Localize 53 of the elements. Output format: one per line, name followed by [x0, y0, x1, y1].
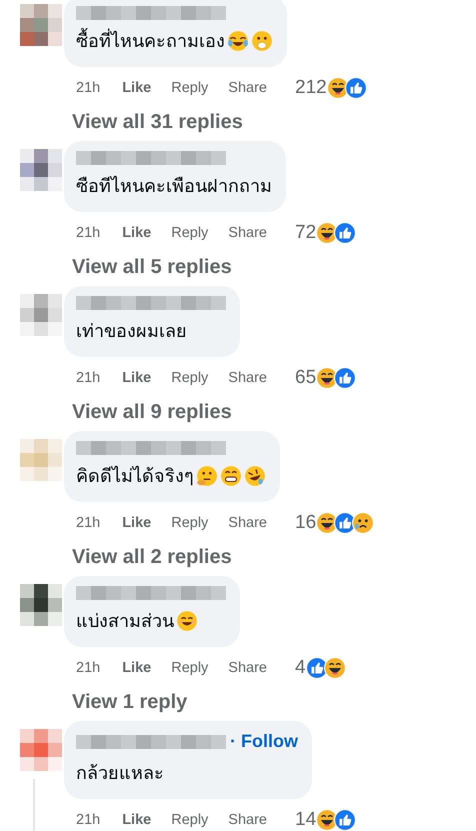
smiling-face-icon	[176, 610, 198, 632]
view-replies-link[interactable]: View 1 reply	[72, 691, 188, 714]
reaction-count: 14	[295, 809, 316, 831]
tears-of-joy-face-icon	[227, 30, 249, 52]
timestamp: 21h	[76, 660, 100, 676]
timestamp: 21h	[76, 225, 100, 241]
reply-button[interactable]: Reply	[171, 812, 208, 828]
comment-text: ซื้อที่ไหนคะถามเอง	[76, 26, 225, 55]
follow-link[interactable]: · Follow	[230, 731, 298, 752]
laughing-face-icon	[324, 657, 346, 679]
timestamp: 21h	[76, 812, 100, 828]
like-button[interactable]: Like	[122, 370, 152, 386]
hand-over-mouth-face-icon	[251, 30, 273, 52]
view-replies-link[interactable]: View all 2 replies	[72, 546, 232, 569]
thumbs-up-icon	[334, 367, 356, 389]
reply-button[interactable]: Reply	[171, 225, 208, 241]
share-button[interactable]: Share	[228, 515, 267, 531]
reaction-count: 212	[295, 77, 327, 99]
share-button[interactable]: Share	[228, 225, 267, 241]
thinking-face-icon	[196, 464, 218, 486]
like-button[interactable]: Like	[122, 225, 152, 241]
rolling-laughing-face-icon	[244, 464, 266, 486]
reply-button[interactable]: Reply	[171, 80, 208, 96]
like-button[interactable]: Like	[122, 80, 152, 96]
comment-text: เท่าของผมเลย	[76, 320, 187, 343]
comment-text: กล้วยแหละ	[76, 762, 164, 785]
reply-button[interactable]: Reply	[171, 660, 208, 676]
crying-face-icon	[352, 512, 374, 534]
like-button[interactable]: Like	[122, 660, 152, 676]
comment-text: คิดดีไม่ได้จริงๆ	[76, 464, 194, 488]
reaction-count: 16	[295, 512, 316, 534]
thumbs-up-icon	[344, 77, 367, 99]
like-button[interactable]: Like	[122, 812, 152, 828]
view-replies-link[interactable]: View all 9 replies	[72, 401, 232, 424]
timestamp: 21h	[76, 370, 100, 386]
view-replies-link[interactable]: View all 5 replies	[72, 256, 232, 279]
reply-button[interactable]: Reply	[171, 515, 208, 531]
thumbs-up-icon	[334, 222, 356, 244]
comment-text: ซือทีไหนคะเพือนฝากถาม	[76, 174, 272, 198]
share-button[interactable]: Share	[228, 812, 267, 828]
reaction-count: 65	[295, 367, 316, 389]
share-button[interactable]: Share	[228, 370, 267, 386]
grinning-face-icon	[220, 464, 242, 486]
timestamp: 21h	[76, 80, 100, 96]
share-button[interactable]: Share	[228, 80, 267, 96]
view-replies-link[interactable]: View all 31 replies	[72, 111, 243, 134]
reply-button[interactable]: Reply	[171, 370, 208, 386]
timestamp: 21h	[76, 515, 100, 531]
reaction-count: 72	[295, 222, 316, 244]
share-button[interactable]: Share	[228, 660, 267, 676]
comment-text: แบ่งสามส่วน	[76, 610, 174, 633]
like-button[interactable]: Like	[122, 515, 152, 531]
reaction-count: 4	[295, 657, 306, 679]
